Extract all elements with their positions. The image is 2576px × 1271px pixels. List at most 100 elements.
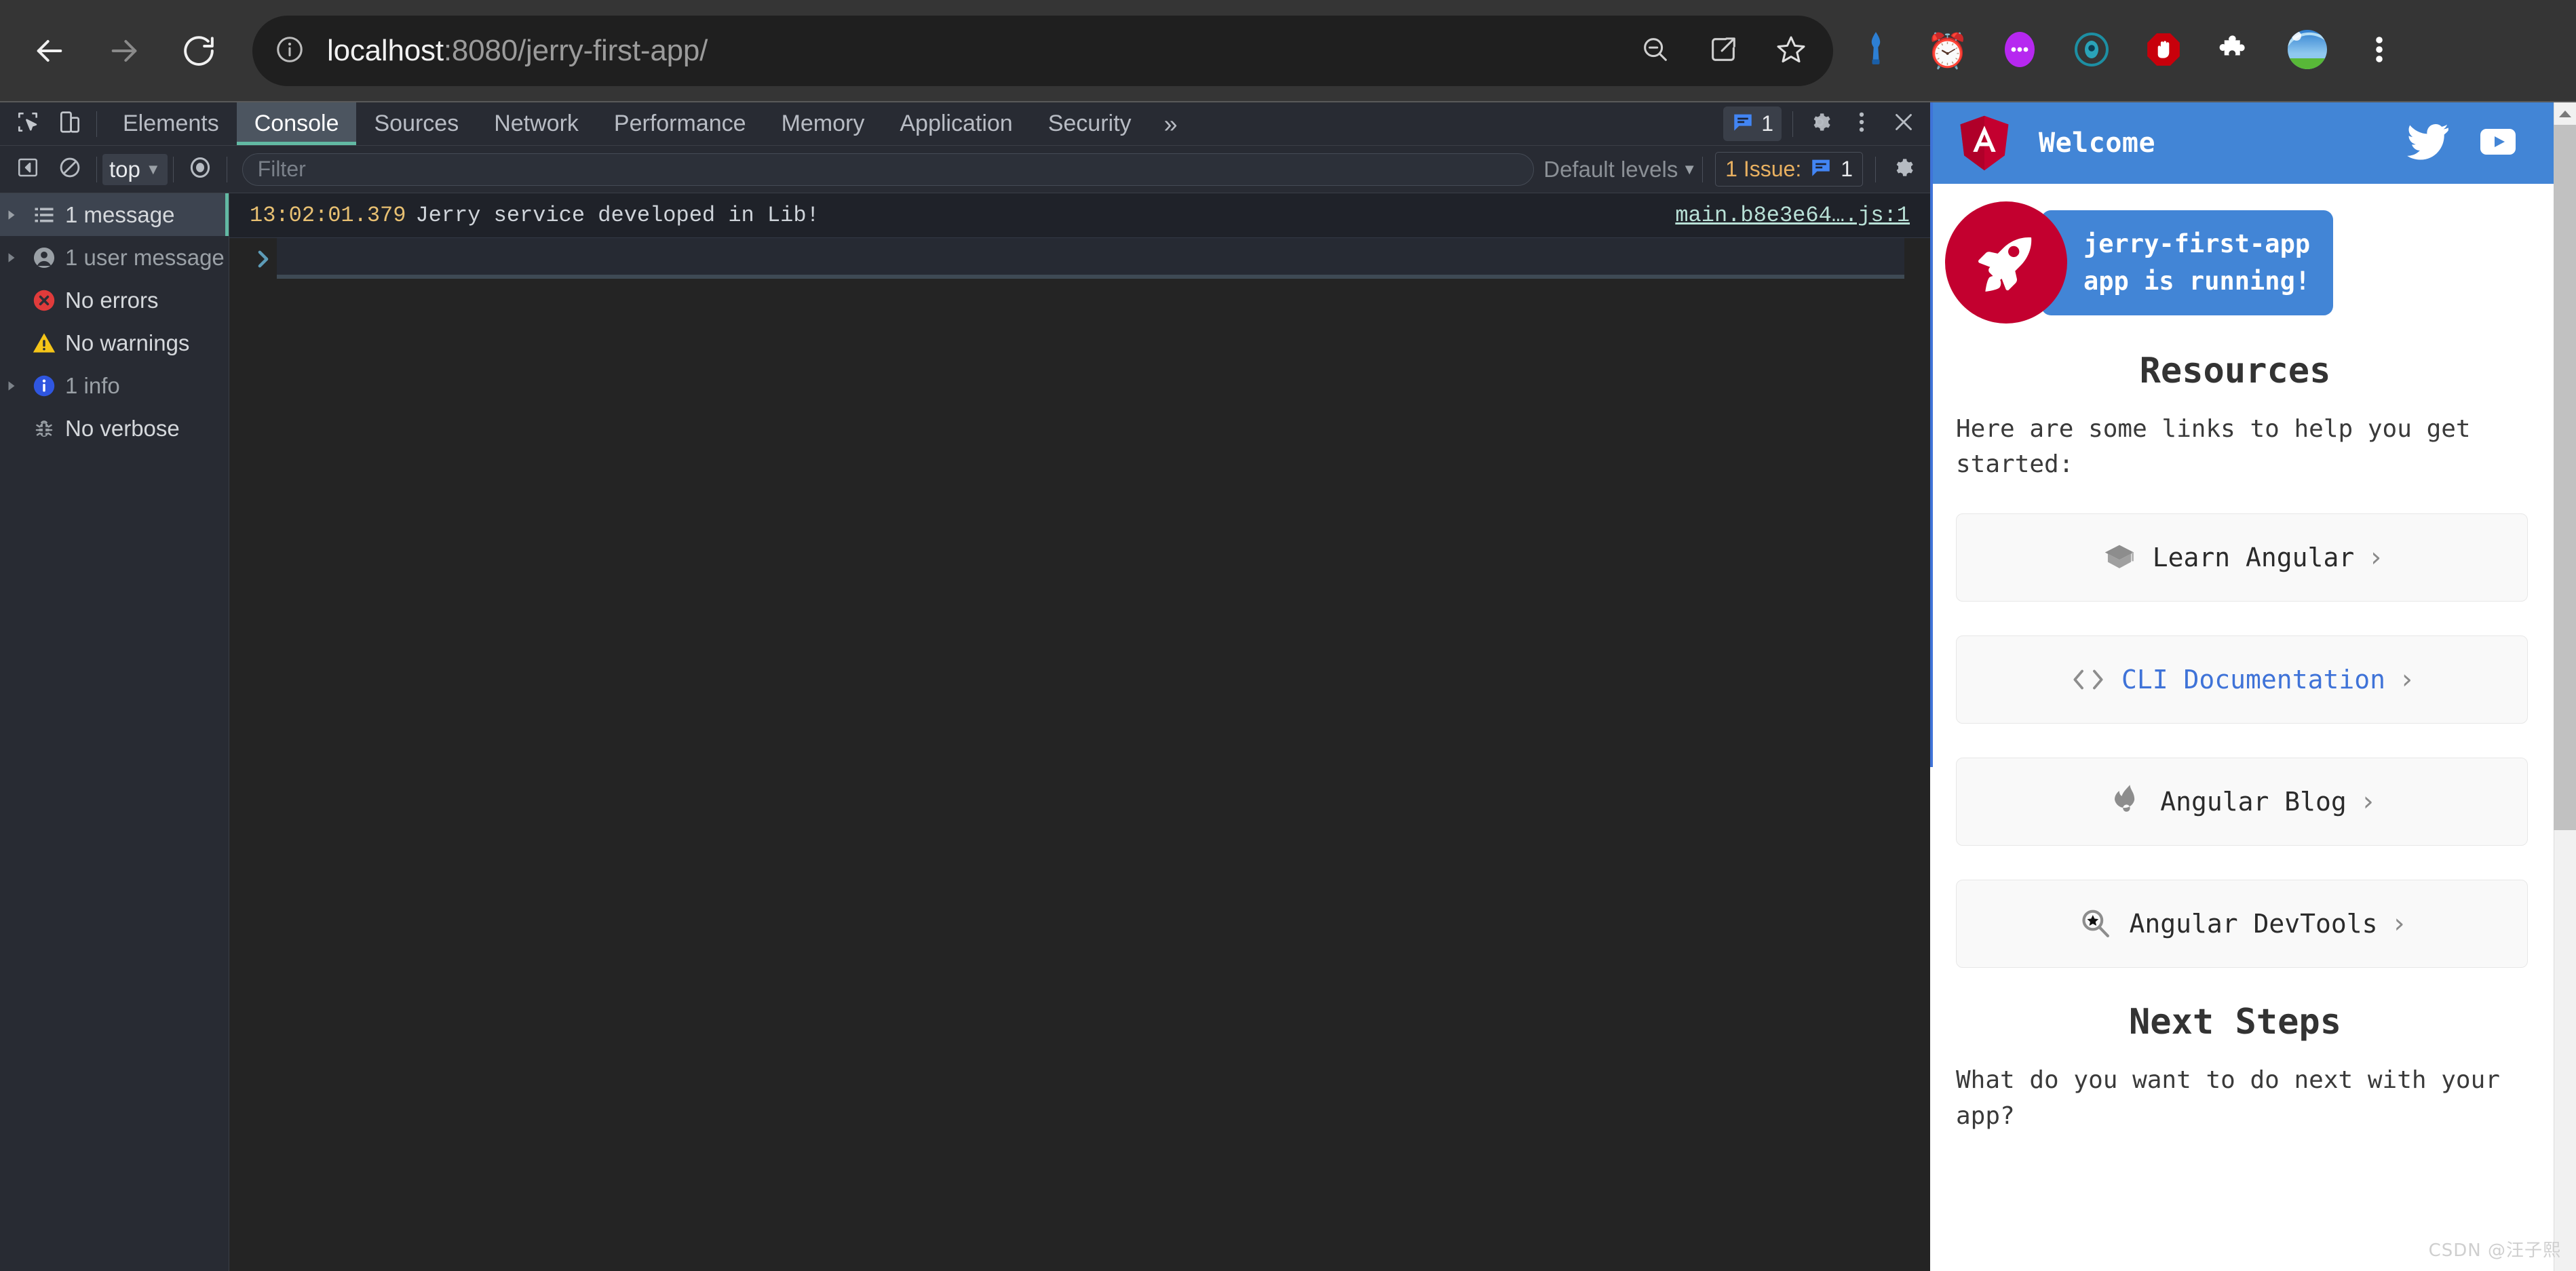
app-header: Welcome — [1930, 102, 2554, 184]
three-dot-vertical-icon — [1850, 109, 1873, 138]
extensions-button[interactable] — [2199, 15, 2271, 87]
browser-menu-button[interactable] — [2343, 15, 2415, 87]
clear-console-icon — [58, 155, 82, 183]
resource-card-learn-angular[interactable]: Learn Angular › — [1956, 513, 2528, 602]
console-prompt[interactable] — [229, 238, 1930, 292]
flame-icon — [2110, 785, 2144, 819]
resource-card-cli-documentation[interactable]: CLI Documentation › — [1956, 636, 2528, 724]
log-levels-label[interactable]: Default levels — [1543, 157, 1678, 182]
close-x-icon — [1891, 110, 1916, 138]
extension-icons: ⏰ — [1833, 15, 2415, 87]
profile-avatar — [2288, 30, 2327, 73]
expand-arrow-icon[interactable] — [0, 252, 23, 264]
tab-label: Console — [254, 111, 339, 137]
issues-button[interactable]: 1 Issue: 1 — [1715, 152, 1863, 187]
sidebar-item-warnings[interactable]: No warnings — [0, 321, 229, 364]
site-info-button[interactable] — [252, 34, 327, 69]
zoom-out-button[interactable] — [1621, 17, 1689, 85]
console-sidebar-toggle-button[interactable] — [7, 149, 49, 191]
expand-arrow-icon[interactable] — [0, 380, 23, 392]
reload-button[interactable] — [161, 14, 236, 88]
purple-dots-extension-icon — [2002, 31, 2037, 72]
chevron-down-icon: ▼ — [1682, 161, 1697, 178]
teal-eye-extension-button[interactable] — [2056, 15, 2128, 87]
sidebar-item-info[interactable]: 1 info — [0, 364, 229, 407]
live-expression-eye-icon — [188, 155, 212, 183]
alarm-clock-extension-button[interactable]: ⏰ — [1912, 15, 1984, 87]
live-expression-button[interactable] — [179, 149, 221, 191]
user-icon — [23, 245, 65, 271]
devtools-more-options-button[interactable] — [1841, 103, 1883, 145]
extensions-puzzle-icon — [2218, 32, 2253, 71]
expand-arrow-icon[interactable] — [0, 209, 23, 221]
devtools-left-tools — [0, 102, 105, 145]
omnibox-actions — [1621, 17, 1833, 85]
sidebar-item-errors[interactable]: No errors — [0, 279, 229, 321]
console-settings-button[interactable] — [1881, 149, 1923, 191]
address-bar[interactable]: localhost:8080/jerry-first-app/ — [252, 16, 1833, 86]
resource-card-angular-devtools[interactable]: Angular DevTools › — [1956, 880, 2528, 968]
message-source-link[interactable]: main.b8e3e64….js:1 — [1675, 203, 1910, 228]
scrollbar-thumb[interactable] — [2554, 125, 2576, 830]
tab-label: Sources — [374, 111, 459, 137]
toolbar-divider — [96, 111, 97, 137]
url-text[interactable]: localhost:8080/jerry-first-app/ — [327, 34, 1621, 68]
sidebar-item-label: 1 info — [65, 373, 120, 399]
tab-console[interactable]: Console — [237, 102, 357, 145]
share-button[interactable] — [1689, 17, 1757, 85]
execution-context-select[interactable]: top ▼ — [102, 154, 168, 185]
toolbar-divider — [1875, 157, 1876, 182]
twitter-icon[interactable] — [2407, 123, 2449, 163]
execution-context-label: top — [109, 157, 140, 182]
page-scrollbar[interactable] — [2554, 102, 2576, 1271]
tab-security[interactable]: Security — [1031, 102, 1149, 145]
app-name: jerry-first-app — [2083, 229, 2310, 258]
back-button[interactable] — [12, 14, 87, 88]
avatar[interactable] — [2271, 15, 2343, 87]
devtools-settings-button[interactable] — [1799, 103, 1841, 145]
devtools-close-button[interactable] — [1883, 103, 1925, 145]
sidebar-item-user-messages[interactable]: 1 user message — [0, 236, 229, 279]
info-circle-icon — [23, 373, 65, 399]
tab-application[interactable]: Application — [882, 102, 1030, 145]
sidebar-item-verbose[interactable]: No verbose — [0, 407, 229, 450]
blue-pen-extension-icon — [1861, 29, 1891, 73]
adblock-extension-button[interactable] — [2128, 15, 2199, 87]
next-steps-title: Next Steps — [1930, 1002, 2554, 1042]
console-sidebar-toggle-icon — [16, 155, 40, 183]
inspect-element-button[interactable] — [7, 103, 49, 145]
console-input[interactable] — [277, 238, 1904, 279]
card-content: Angular DevTools › — [2079, 907, 2404, 941]
blue-pen-extension-button[interactable] — [1840, 15, 1912, 87]
teal-eye-extension-icon — [2074, 32, 2109, 71]
devtools-tabbar: Elements Console Sources Network Perform… — [0, 102, 1930, 146]
sidebar-item-messages[interactable]: 1 message — [0, 193, 229, 236]
app-running-text: app is running! — [2083, 267, 2310, 296]
app-header-title: Welcome — [2039, 128, 2155, 159]
forward-button[interactable] — [87, 14, 161, 88]
youtube-icon[interactable] — [2479, 128, 2517, 159]
resource-card-angular-blog[interactable]: Angular Blog › — [1956, 758, 2528, 846]
more-tabs-button[interactable]: » — [1149, 102, 1193, 145]
tab-sources[interactable]: Sources — [356, 102, 476, 145]
adblock-stop-hand-icon — [2145, 31, 2182, 71]
tab-elements[interactable]: Elements — [105, 102, 237, 145]
sidebar-item-label: No errors — [65, 288, 159, 313]
app-content: jerry-first-app app is running! Resource… — [1930, 201, 2554, 1134]
console-message-row[interactable]: 13:02:01.379 Jerry service developed in … — [229, 193, 1930, 238]
bookmark-button[interactable] — [1757, 17, 1825, 85]
scroll-up-arrow-icon[interactable] — [2554, 102, 2576, 125]
tab-network[interactable]: Network — [476, 102, 596, 145]
tab-performance[interactable]: Performance — [596, 102, 764, 145]
device-toolbar-button[interactable] — [49, 103, 91, 145]
tab-memory[interactable]: Memory — [764, 102, 883, 145]
app-running-pill: jerry-first-app app is running! — [2041, 210, 2333, 315]
purple-dots-extension-button[interactable] — [1984, 15, 2056, 87]
three-dot-menu-icon — [2364, 33, 2394, 69]
more-tabs-icon: » — [1164, 110, 1178, 138]
chevron-right-icon: › — [2363, 786, 2374, 817]
issues-count: 1 — [1841, 157, 1853, 182]
issues-chip[interactable]: 1 — [1723, 106, 1782, 141]
clear-console-button[interactable] — [49, 149, 91, 191]
console-filter-input[interactable]: Filter — [242, 153, 1535, 186]
